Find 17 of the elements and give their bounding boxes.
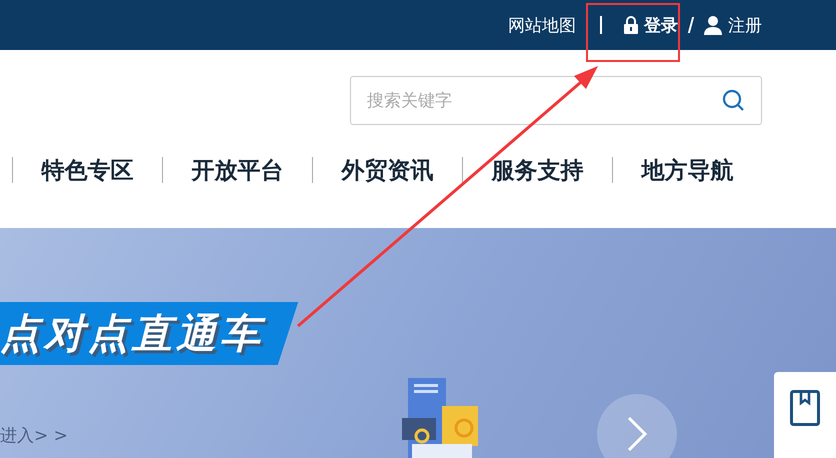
nav-item[interactable]: 开放平台 (163, 154, 312, 186)
lock-icon (624, 16, 638, 34)
search-icon[interactable] (722, 89, 744, 111)
search-field[interactable]: 搜索关键字 (350, 76, 762, 125)
user-icon (704, 16, 722, 34)
side-panel-button[interactable] (774, 372, 836, 458)
nav-item[interactable]: 外贸资讯 (313, 154, 462, 186)
register-link[interactable]: 注册 (704, 14, 762, 36)
nav-item[interactable]: 地方导航 (613, 154, 762, 186)
login-link[interactable]: 登录 (624, 14, 678, 36)
nav-item[interactable]: 服务支持 (463, 154, 612, 186)
nav-item[interactable]: 特色专区 (13, 154, 162, 186)
bookmark-icon (790, 390, 820, 426)
banner-title: 点对点直通车 (0, 310, 264, 359)
next-button[interactable] (597, 394, 677, 458)
sitemap-link[interactable]: 网站地图 (508, 14, 576, 36)
chevron-right-icon (627, 416, 647, 452)
